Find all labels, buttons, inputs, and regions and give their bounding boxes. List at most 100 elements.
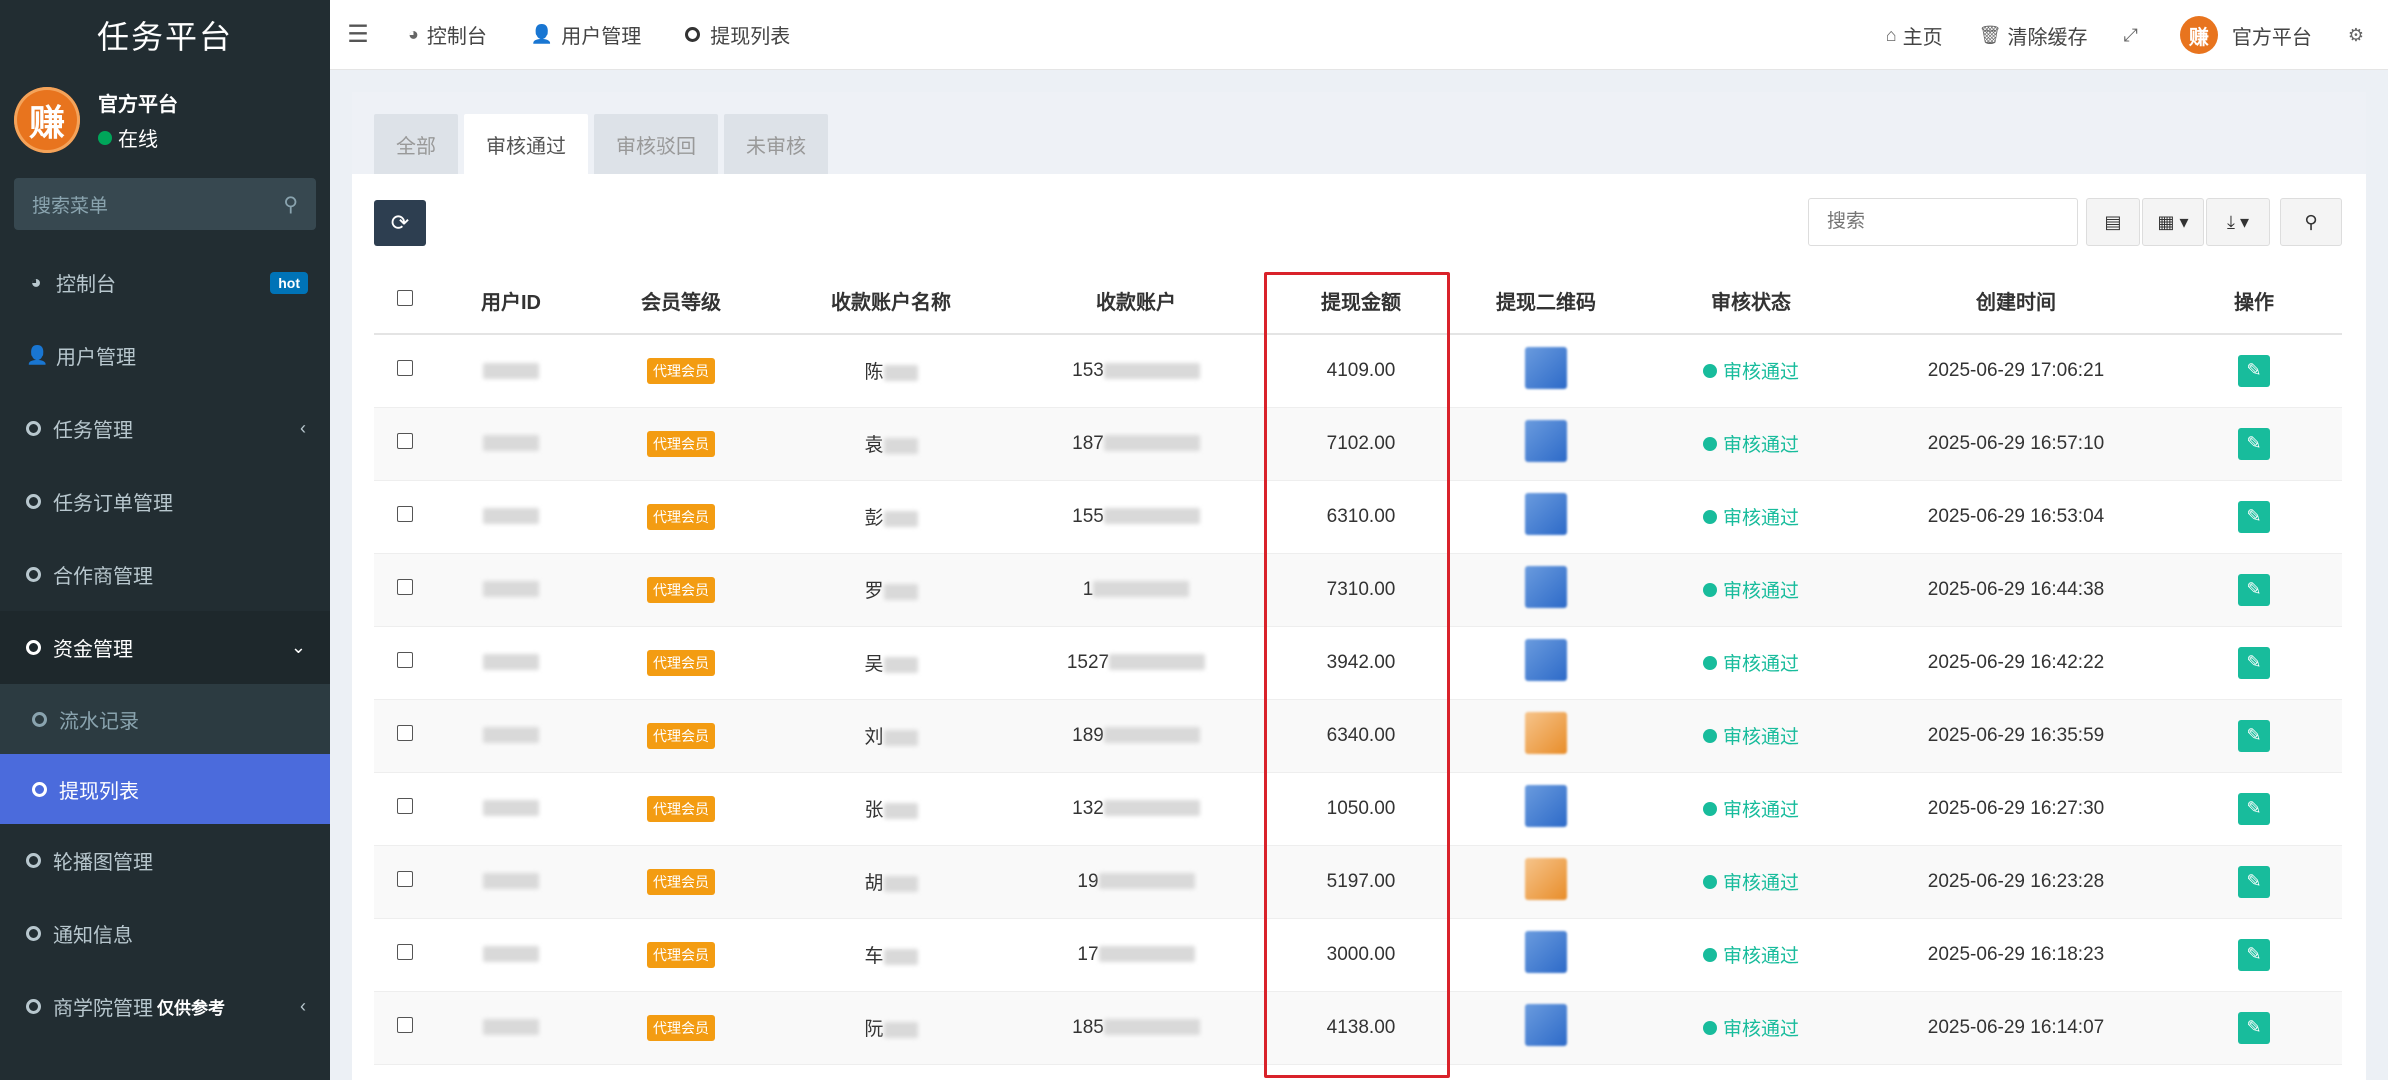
table-row[interactable]: 代理会员 陈 153 4109.00 审核通过 2025-06-29 17:06… — [374, 334, 2342, 408]
row-checkbox[interactable] — [397, 651, 413, 668]
tab-withdrawals[interactable]: 提现列表 — [663, 0, 812, 70]
row-checkbox[interactable] — [397, 1016, 413, 1033]
sidebar-search-input[interactable]: 搜索菜单 ⚲ — [14, 178, 316, 230]
edit-button[interactable]: ✎ — [2238, 719, 2270, 752]
select-all-header[interactable] — [374, 268, 436, 335]
export-button[interactable]: ⤓ ▾ — [2206, 198, 2270, 246]
qr-code-thumbnail[interactable] — [1525, 419, 1567, 462]
edit-button[interactable]: ✎ — [2238, 500, 2270, 533]
clear-cache-button[interactable]: 🗑 清除缓存 — [1961, 21, 2106, 50]
qr-cell[interactable] — [1456, 991, 1636, 1065]
row-checkbox[interactable] — [397, 797, 413, 814]
table-row[interactable]: 代理会员 张 132 1050.00 审核通过 2025-06-29 16:27… — [374, 772, 2342, 846]
brand-title[interactable]: 任务平台 — [0, 0, 330, 70]
qr-cell[interactable] — [1456, 553, 1636, 627]
sidebar-item-funds[interactable]: 资金管理 ⌄ — [0, 611, 330, 684]
edit-button[interactable]: ✎ — [2238, 792, 2270, 825]
table-row[interactable]: 代理会员 胡 19 5197.00 审核通过 2025-06-29 16:23:… — [374, 845, 2342, 919]
row-select-cell[interactable] — [374, 407, 436, 481]
table-row[interactable]: 代理会员 吴 1527 3942.00 审核通过 2025-06-29 16:4… — [374, 626, 2342, 700]
row-checkbox[interactable] — [397, 870, 413, 887]
sidebar-item-carousel[interactable]: 轮播图管理 — [0, 824, 330, 897]
sidebar-item-withdrawals[interactable]: 提现列表 — [0, 754, 330, 824]
qr-code-thumbnail[interactable] — [1525, 857, 1567, 900]
qr-code-thumbnail[interactable] — [1525, 638, 1567, 681]
toggle-view-button[interactable]: ▤ — [2086, 198, 2140, 246]
tab-rejected[interactable]: 审核驳回 — [594, 114, 718, 174]
row-select-cell[interactable] — [374, 991, 436, 1065]
qr-cell[interactable] — [1456, 407, 1636, 481]
qr-code-thumbnail[interactable] — [1525, 492, 1567, 535]
tab-pending[interactable]: 未审核 — [724, 114, 828, 174]
qr-cell[interactable] — [1456, 699, 1636, 773]
search-input[interactable] — [1808, 198, 2078, 246]
edit-button[interactable]: ✎ — [2238, 427, 2270, 460]
fullscreen-button[interactable]: ⤢ — [2105, 25, 2161, 46]
col-qr[interactable]: 提现二维码 — [1456, 268, 1636, 335]
row-select-cell[interactable] — [374, 553, 436, 627]
sidebar-item-task-orders[interactable]: 任务订单管理 — [0, 465, 330, 538]
qr-code-thumbnail[interactable] — [1525, 784, 1567, 827]
sidebar-item-dashboard[interactable]: ◕ 控制台 hot — [0, 246, 330, 319]
qr-cell[interactable] — [1456, 772, 1636, 846]
tab-users[interactable]: 👤 用户管理 — [509, 0, 663, 70]
refresh-button[interactable]: ⟳ — [374, 200, 426, 246]
col-user-id[interactable]: 用户ID — [436, 268, 586, 335]
sidebar-item-transactions[interactable]: 流水记录 — [0, 684, 330, 754]
col-status[interactable]: 审核状态 — [1636, 268, 1866, 335]
col-member-level[interactable]: 会员等级 — [586, 268, 776, 335]
row-checkbox[interactable] — [397, 943, 413, 960]
table-row[interactable]: 代理会员 阮 185 4138.00 审核通过 2025-06-29 16:14… — [374, 991, 2342, 1065]
sidebar-item-tasks[interactable]: 任务管理 ‹ — [0, 392, 330, 465]
qr-cell[interactable] — [1456, 334, 1636, 408]
row-select-cell[interactable] — [374, 772, 436, 846]
col-account[interactable]: 收款账户 — [1006, 268, 1266, 335]
row-select-cell[interactable] — [374, 699, 436, 773]
tab-approved[interactable]: 审核通过 — [464, 114, 588, 174]
select-all-checkbox[interactable] — [397, 290, 413, 306]
home-link[interactable]: ⌂ 主页 — [1868, 21, 1961, 50]
qr-code-thumbnail[interactable] — [1525, 711, 1567, 754]
col-amount[interactable]: 提现金额 — [1266, 268, 1456, 335]
edit-button[interactable]: ✎ — [2238, 938, 2270, 971]
qr-code-thumbnail[interactable] — [1525, 565, 1567, 608]
sidebar-item-partners[interactable]: 合作商管理 — [0, 538, 330, 611]
search-button[interactable]: ⚲ — [2280, 198, 2342, 246]
table-row[interactable]: 代理会员 刘 189 6340.00 审核通过 2025-06-29 16:35… — [374, 699, 2342, 773]
search-icon[interactable]: ⚲ — [283, 192, 298, 217]
col-created-time[interactable]: 创建时间 — [1866, 268, 2166, 335]
row-checkbox[interactable] — [397, 359, 413, 376]
row-select-cell[interactable] — [374, 480, 436, 554]
edit-button[interactable]: ✎ — [2238, 573, 2270, 606]
sidebar-item-notifications[interactable]: 通知信息 — [0, 897, 330, 970]
row-checkbox[interactable] — [397, 724, 413, 741]
row-select-cell[interactable] — [374, 918, 436, 992]
edit-button[interactable]: ✎ — [2238, 865, 2270, 898]
edit-button[interactable]: ✎ — [2238, 646, 2270, 679]
settings-button[interactable]: ⚙ — [2330, 25, 2388, 46]
hamburger-menu-icon[interactable]: ☰ — [330, 20, 386, 49]
qr-cell[interactable] — [1456, 626, 1636, 700]
row-select-cell[interactable] — [374, 845, 436, 919]
sidebar-item-users[interactable]: 👤 用户管理 — [0, 319, 330, 392]
qr-code-thumbnail[interactable] — [1525, 930, 1567, 973]
qr-code-thumbnail[interactable] — [1525, 346, 1567, 389]
columns-button[interactable]: ▦ ▾ — [2142, 198, 2204, 246]
user-menu[interactable]: 赚 官方平台 — [2162, 16, 2330, 54]
edit-button[interactable]: ✎ — [2238, 1011, 2270, 1044]
qr-cell[interactable] — [1456, 918, 1636, 992]
row-checkbox[interactable] — [397, 578, 413, 595]
row-checkbox[interactable] — [397, 505, 413, 522]
row-checkbox[interactable] — [397, 432, 413, 449]
tab-dashboard[interactable]: ◕ 控制台 — [386, 0, 509, 70]
row-select-cell[interactable] — [374, 334, 436, 408]
table-row[interactable]: 代理会员 罗 1 7310.00 审核通过 2025-06-29 16:44:3… — [374, 553, 2342, 627]
table-row[interactable]: 代理会员 袁 187 7102.00 审核通过 2025-06-29 16:57… — [374, 407, 2342, 481]
qr-code-thumbnail[interactable] — [1525, 1003, 1567, 1046]
table-row[interactable]: 代理会员 车 17 3000.00 审核通过 2025-06-29 16:18:… — [374, 918, 2342, 992]
row-select-cell[interactable] — [374, 626, 436, 700]
col-account-name[interactable]: 收款账户名称 — [776, 268, 1006, 335]
qr-cell[interactable] — [1456, 845, 1636, 919]
qr-cell[interactable] — [1456, 480, 1636, 554]
edit-button[interactable]: ✎ — [2238, 354, 2270, 387]
